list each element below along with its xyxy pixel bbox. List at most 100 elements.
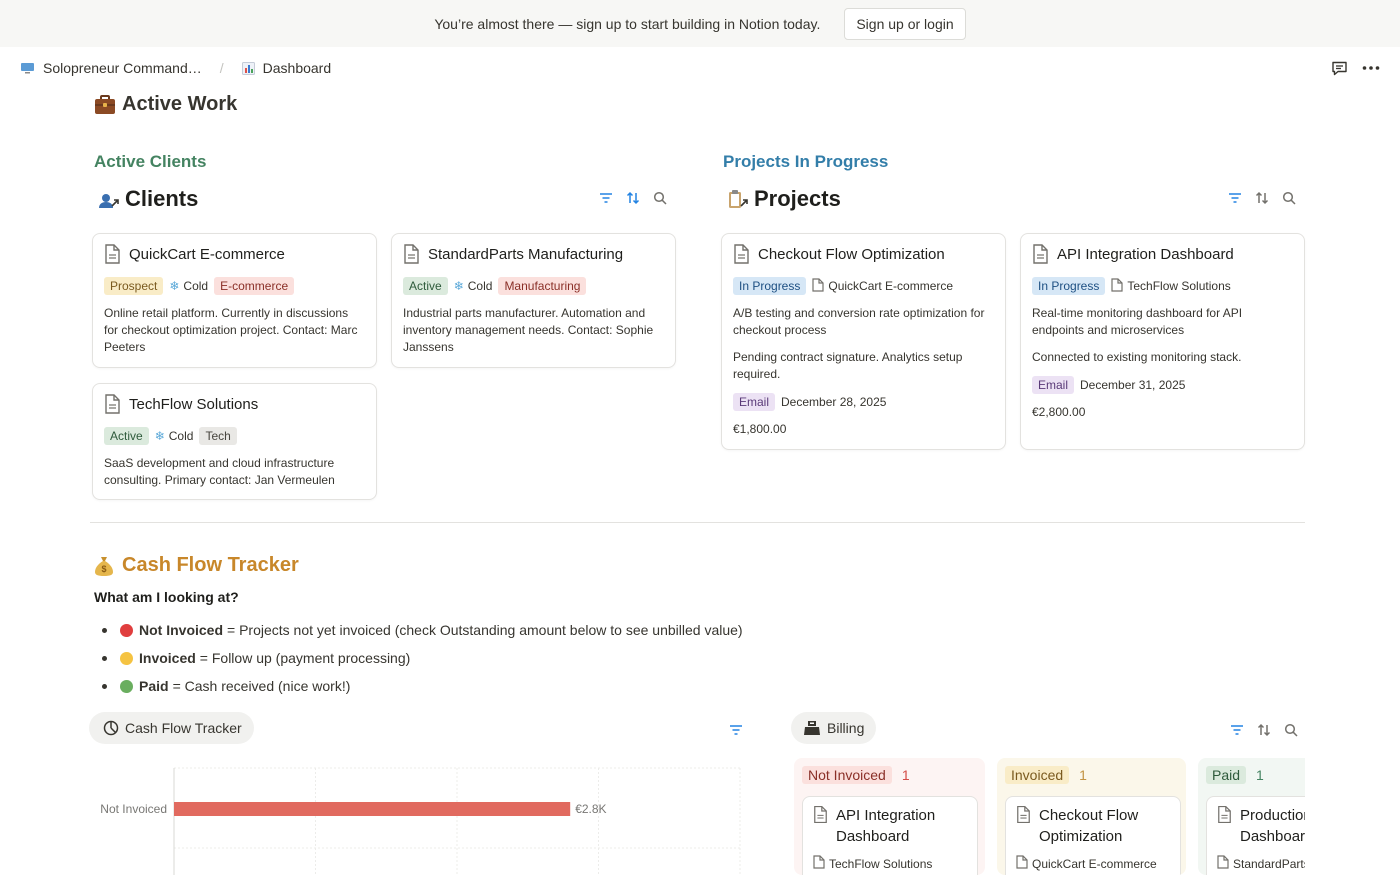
- chart-view-tab[interactable]: Cash Flow Tracker: [89, 712, 254, 744]
- client-card-quickcart[interactable]: QuickCart E-commerce Prospect ❄ Cold E-co…: [92, 233, 377, 368]
- bar-chart-icon: [241, 61, 255, 75]
- section-divider: [90, 522, 1305, 523]
- snowflake-icon: ❄: [154, 429, 165, 443]
- page-icon: [812, 277, 824, 295]
- client-description: Industrial parts manufacturer. Automatio…: [403, 306, 654, 354]
- breadcrumb-workspace-label: Solopreneur Command…: [43, 60, 202, 76]
- card-title: QuickCart E-commerce: [104, 244, 365, 265]
- billing-card[interactable]: API Integration Dashboard TechFlow Solut…: [802, 796, 978, 875]
- billing-card-client: TechFlow Solutions: [829, 856, 933, 871]
- status-badge: In Progress: [1032, 277, 1106, 295]
- industry-badge: Tech: [199, 427, 237, 445]
- filter-icon[interactable]: [1228, 192, 1242, 204]
- project-card-api-dashboard[interactable]: API Integration Dashboard In Progress Te…: [1020, 233, 1305, 450]
- page-icon: [813, 805, 828, 847]
- card-title: API Integration Dashboard: [1032, 244, 1293, 265]
- sort-icon[interactable]: [1257, 723, 1271, 737]
- project-note: Connected to existing monitoring stack.: [1032, 350, 1242, 364]
- card-title: StandardParts Manufacturing: [403, 244, 664, 265]
- channel-badge: Email: [1032, 376, 1075, 394]
- projects-heading: Projects In Progress: [723, 152, 889, 171]
- cashflow-heading-text: Cash Flow Tracker: [122, 554, 299, 576]
- column-label: Not Invoiced: [802, 766, 892, 784]
- status-badge: Active: [403, 277, 448, 295]
- clients-toolbar: [599, 191, 667, 205]
- page-icon: [104, 394, 121, 414]
- page-icon: [813, 855, 825, 872]
- topbar: Solopreneur Command… / Dashboard: [0, 47, 1400, 89]
- comment-icon[interactable]: [1331, 60, 1348, 77]
- explainer-question: What am I looking at?: [94, 589, 239, 605]
- money-bag-icon: $: [94, 555, 114, 577]
- filter-icon[interactable]: [1230, 724, 1244, 736]
- breadcrumb: Solopreneur Command… / Dashboard: [20, 60, 331, 76]
- billing-card-title: API Integration Dashboard: [836, 807, 936, 845]
- signup-banner: You’re almost there — sign up to start b…: [0, 0, 1400, 47]
- more-options-icon[interactable]: [1362, 65, 1380, 71]
- client-name: QuickCart E-commerce: [129, 246, 285, 263]
- category-label: Not Invoiced: [100, 802, 167, 816]
- page-icon: [104, 244, 121, 264]
- pie-chart-icon: [103, 720, 119, 736]
- billing-card[interactable]: Checkout Flow Optimization QuickCart E-c…: [1005, 796, 1181, 875]
- yellow-circle-icon: [120, 651, 133, 665]
- client-relation[interactable]: TechFlow Solutions: [1111, 277, 1231, 295]
- status-legend: Not Invoiced = Projects not yet invoiced …: [102, 616, 743, 700]
- legend-item: Not Invoiced = Projects not yet invoiced …: [102, 616, 743, 644]
- computer-icon: [20, 62, 35, 75]
- project-name: Checkout Flow Optimization: [758, 246, 945, 263]
- column-label: Paid: [1206, 766, 1247, 784]
- billing-card-client: QuickCart E-commerce: [1032, 856, 1157, 871]
- search-icon[interactable]: [653, 191, 667, 205]
- briefcase-icon: [94, 94, 116, 115]
- clients-icon: [97, 189, 121, 209]
- status-badge: Active: [104, 427, 149, 445]
- bullet: [102, 683, 107, 689]
- breadcrumb-workspace[interactable]: Solopreneur Command…: [20, 60, 202, 76]
- snowflake-icon: ❄: [453, 279, 464, 293]
- page-section-title: Active Work: [94, 93, 237, 116]
- signup-login-button[interactable]: Sign up or login: [844, 7, 966, 40]
- client-card-techflow[interactable]: TechFlow Solutions Active ❄ Cold Tech Saa…: [92, 383, 377, 500]
- billing-view-tab[interactable]: Billing: [791, 712, 877, 744]
- breadcrumb-page[interactable]: Dashboard: [241, 60, 332, 76]
- client-card-standardparts[interactable]: StandardParts Manufacturing Active ❄ Cold…: [391, 233, 676, 368]
- clipboard-icon: [726, 189, 750, 209]
- board-overflow-mask: [1305, 756, 1400, 875]
- page-icon: [403, 244, 420, 264]
- channel-badge: Email: [733, 393, 776, 411]
- project-description: A/B testing and conversion rate optimiza…: [733, 306, 985, 337]
- projects-db-title[interactable]: Projects: [726, 186, 841, 212]
- client-description: Online retail platform. Currently in dis…: [104, 306, 358, 354]
- clients-title-text: Clients: [125, 186, 199, 211]
- status-badge: In Progress: [733, 277, 807, 295]
- client-relation[interactable]: QuickCart E-commerce: [812, 277, 953, 295]
- clients-heading: Active Clients: [94, 152, 207, 171]
- page-icon: [1217, 855, 1229, 872]
- temperature-value: ❄ Cold: [154, 429, 194, 443]
- legend-item: Paid = Cash received (nice work!): [102, 672, 743, 700]
- search-icon[interactable]: [1284, 723, 1298, 737]
- due-date: December 28, 2025: [781, 395, 887, 409]
- column-count: 1: [901, 767, 910, 783]
- chart-filter-icon[interactable]: [729, 724, 743, 736]
- breadcrumb-page-label: Dashboard: [262, 60, 332, 76]
- page-icon: [733, 244, 750, 264]
- cashflow-heading: $ Cash Flow Tracker: [94, 554, 299, 577]
- sort-icon[interactable]: [626, 191, 640, 205]
- red-circle-icon: [120, 623, 133, 637]
- project-name: API Integration Dashboard: [1057, 246, 1234, 263]
- card-title: TechFlow Solutions: [104, 394, 365, 415]
- chart-tab-label: Cash Flow Tracker: [125, 720, 242, 736]
- sort-icon[interactable]: [1255, 191, 1269, 205]
- project-card-checkout[interactable]: Checkout Flow Optimization In Progress Q…: [721, 233, 1006, 450]
- industry-badge: Manufacturing: [498, 277, 587, 295]
- section-title-text: Active Work: [122, 93, 238, 115]
- client-name: TechFlow Solutions: [129, 396, 259, 413]
- board-column-not-invoiced: Not Invoiced 1 API Integration Dashboard…: [794, 758, 985, 875]
- filter-icon[interactable]: [599, 192, 613, 204]
- clients-db-title[interactable]: Clients: [97, 186, 198, 212]
- search-icon[interactable]: [1282, 191, 1296, 205]
- data-label: €2.8K: [575, 802, 606, 816]
- projects-title-text: Projects: [754, 186, 841, 211]
